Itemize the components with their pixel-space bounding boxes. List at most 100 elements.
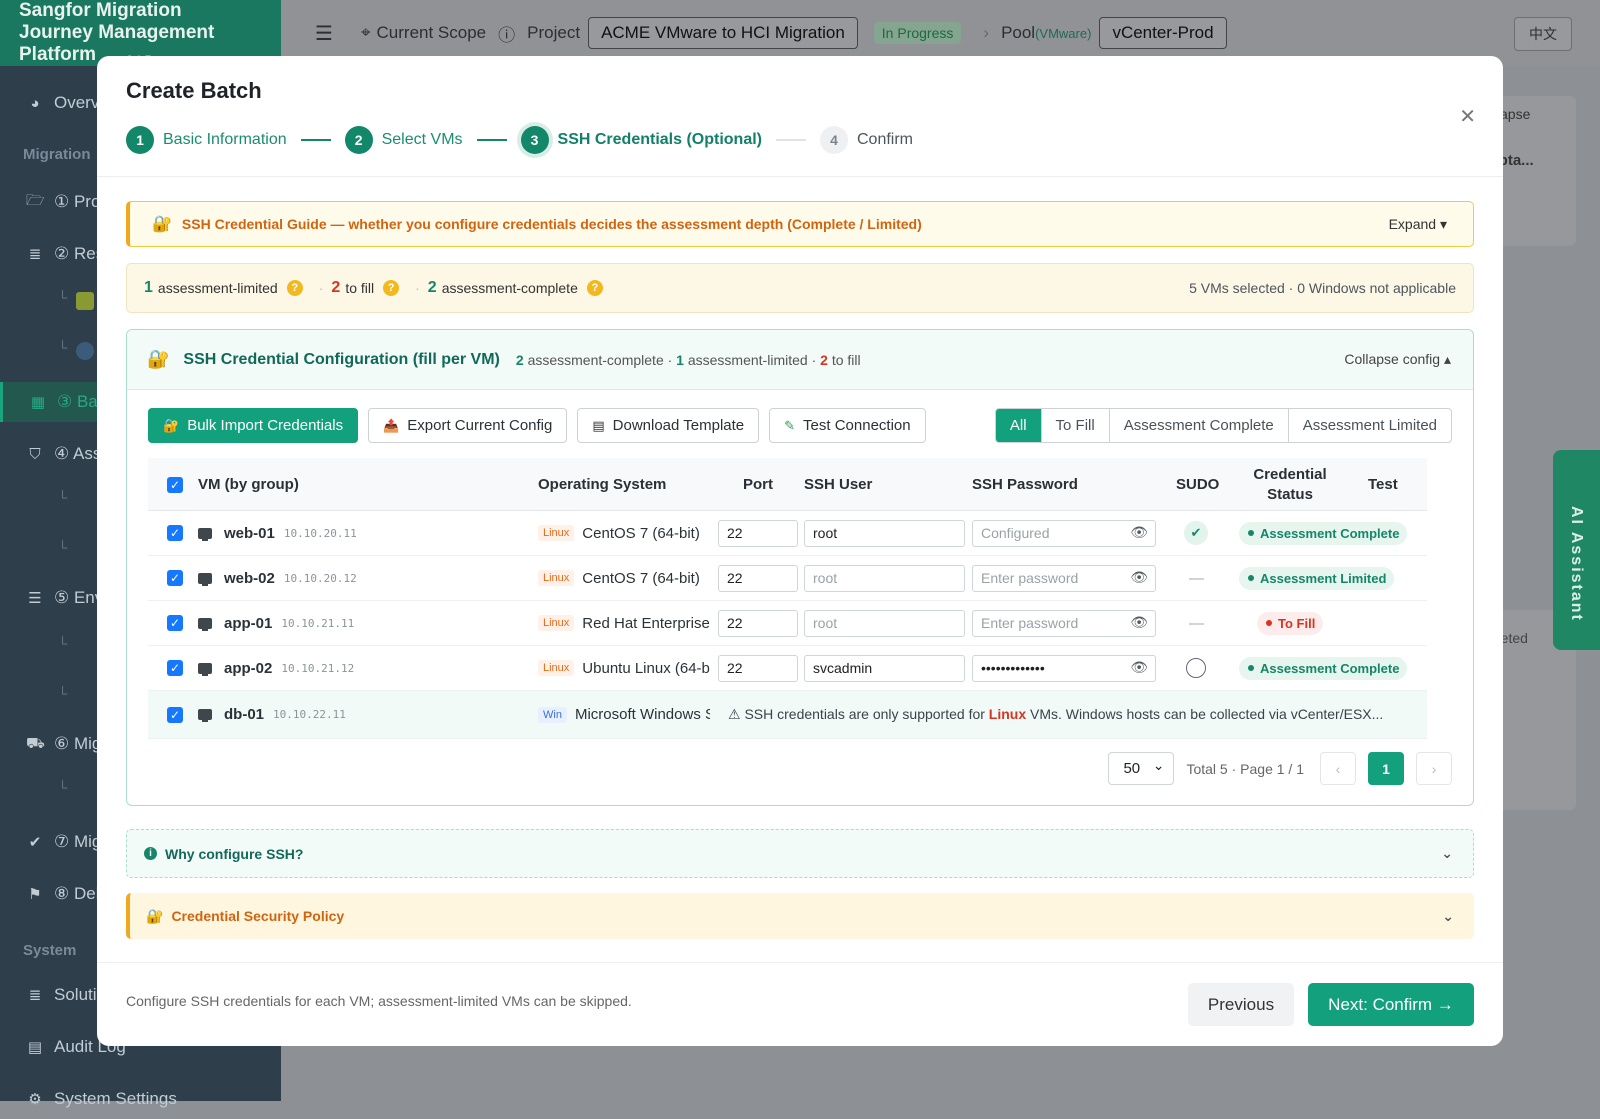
status-badge: To Fill xyxy=(1257,612,1323,635)
row-checkbox[interactable]: ✓ xyxy=(167,615,183,631)
step-select-vms[interactable]: 2Select VMs xyxy=(345,126,463,154)
expand-button[interactable]: Expand ▾ xyxy=(1389,216,1447,233)
page-summary: Total 5 · Page 1 / 1 xyxy=(1186,761,1304,777)
eye-icon[interactable]: 👁 xyxy=(1130,524,1148,541)
ssh-user-input[interactable]: root xyxy=(804,610,965,637)
vm-name: db-01 xyxy=(224,706,264,723)
collapse-config-button[interactable]: Collapse config ▴ xyxy=(1344,351,1451,368)
status-filter: All To Fill Assessment Complete Assessme… xyxy=(995,408,1452,443)
pencil-icon: ✎ xyxy=(784,418,795,434)
help-icon[interactable]: ? xyxy=(383,280,399,296)
ssh-user-input[interactable]: root xyxy=(804,520,965,547)
os-name: Red Hat Enterprise xyxy=(582,615,710,632)
ssh-password-input[interactable]: Configured👁 xyxy=(972,520,1156,547)
column-ssh-password: SSH Password xyxy=(972,458,1078,511)
step-connector xyxy=(477,139,507,141)
server-icon: ☰ xyxy=(26,589,44,607)
why-configure-ssh-panel[interactable]: i Why configure SSH? ⌄ xyxy=(126,829,1474,878)
gear-icon: ⚙ xyxy=(26,1090,44,1108)
column-ssh-user: SSH User xyxy=(804,458,872,511)
row-checkbox[interactable]: ✓ xyxy=(167,707,183,723)
ssh-password-input[interactable]: Enter password👁 xyxy=(972,610,1156,637)
filter-assessment-limited[interactable]: Assessment Limited xyxy=(1288,409,1451,442)
monitor-icon xyxy=(198,528,212,539)
step-ssh-credentials[interactable]: 3SSH Credentials (Optional) xyxy=(521,126,762,154)
download-template-button[interactable]: ▤Download Template xyxy=(577,408,759,443)
filter-assessment-complete[interactable]: Assessment Complete xyxy=(1109,409,1288,442)
os-tag: Win xyxy=(538,707,567,723)
divider xyxy=(97,176,1503,177)
monitor-icon xyxy=(198,663,212,674)
port-input[interactable]: 22 xyxy=(718,520,798,547)
step-basic-information[interactable]: 1Basic Information xyxy=(126,126,287,154)
filter-to-fill[interactable]: To Fill xyxy=(1041,409,1109,442)
eye-icon[interactable]: 👁 xyxy=(1130,569,1148,586)
info-icon: i xyxy=(144,847,157,860)
pool-select[interactable]: vCenter-Prod xyxy=(1099,17,1226,49)
column-vm: VM (by group) xyxy=(198,458,299,511)
row-checkbox[interactable]: ✓ xyxy=(167,660,183,676)
security-policy-panel[interactable]: 🔐 Credential Security Policy ⌄ xyxy=(126,893,1474,939)
selection-summary: 5 VMs selected · 0 Windows not applicabl… xyxy=(1189,280,1456,296)
vm-credentials-table: ✓ VM (by group) Operating System Port SS… xyxy=(148,458,1427,739)
pool-type: (VMware) xyxy=(1035,26,1091,41)
help-icon[interactable]: ? xyxy=(287,280,303,296)
table-header: ✓ VM (by group) Operating System Port SS… xyxy=(148,458,1427,511)
vm-ip: 10.10.22.11 xyxy=(273,708,346,721)
sudo-check-icon: ✔ xyxy=(1184,521,1208,545)
footer-note: Configure SSH credentials for each VM; a… xyxy=(126,993,632,1009)
previous-button[interactable]: Previous xyxy=(1188,983,1294,1026)
status-badge: Assessment Complete xyxy=(1239,657,1407,680)
project-select[interactable]: ACME VMware to HCI Migration xyxy=(588,17,858,49)
close-icon[interactable]: ✕ xyxy=(1459,104,1476,129)
ai-assistant-button[interactable]: AI Assistant xyxy=(1553,450,1600,650)
sudo-toggle[interactable] xyxy=(1186,658,1206,678)
database-icon: ≣ xyxy=(26,986,44,1004)
port-input[interactable]: 22 xyxy=(718,655,798,682)
eye-icon[interactable]: 👁 xyxy=(1130,614,1148,631)
export-config-button[interactable]: 📤Export Current Config xyxy=(368,408,567,443)
port-input[interactable]: 22 xyxy=(718,565,798,592)
step-confirm[interactable]: 4Confirm xyxy=(820,126,913,154)
app-root: Sangfor Migration Journey Management Pla… xyxy=(0,0,1600,1101)
os-name: Microsoft Windows S xyxy=(575,706,710,723)
vm-name: web-02 xyxy=(224,570,275,587)
lock-icon: 🔐 xyxy=(147,349,169,370)
eye-icon[interactable]: 👁 xyxy=(1130,659,1148,676)
bulk-import-button[interactable]: 🔐Bulk Import Credentials xyxy=(148,408,358,443)
prev-page-icon[interactable]: ‹ xyxy=(1320,752,1356,785)
vm-name: app-02 xyxy=(224,660,272,677)
database-icon: ≣ xyxy=(26,245,44,263)
page-size-select[interactable]: 50 xyxy=(1108,752,1174,785)
sidebar-item-system-settings[interactable]: ⚙System Settings xyxy=(0,1079,281,1119)
pagination: 50 Total 5 · Page 1 / 1 ‹ 1 › xyxy=(1108,752,1452,785)
language-button[interactable]: 中文 xyxy=(1514,17,1572,51)
help-icon[interactable]: ? xyxy=(587,280,603,296)
tree-line: └ xyxy=(58,686,67,701)
os-tag: Linux xyxy=(538,525,574,541)
row-checkbox[interactable]: ✓ xyxy=(167,525,183,541)
row-checkbox[interactable]: ✓ xyxy=(167,570,183,586)
tree-line: └ xyxy=(58,636,67,651)
test-connection-button[interactable]: ✎Test Connection xyxy=(769,408,925,443)
port-input[interactable]: 22 xyxy=(718,610,798,637)
table-row: ✓ web-0210.10.20.12 LinuxCentOS 7 (64-bi… xyxy=(148,556,1427,601)
filter-all[interactable]: All xyxy=(996,409,1041,442)
check-circle-icon: ✔ xyxy=(26,833,44,851)
ssh-password-input[interactable]: •••••••••••••👁 xyxy=(972,655,1156,682)
hci-icon xyxy=(76,342,94,360)
select-all-checkbox[interactable]: ✓ xyxy=(167,477,183,493)
next-page-icon[interactable]: › xyxy=(1416,752,1452,785)
ssh-guide-banner[interactable]: 🔐 SSH Credential Guide — whether you con… xyxy=(126,201,1474,247)
scope-icon: ⌖ xyxy=(361,23,371,43)
config-header: 🔐 SSH Credential Configuration (fill per… xyxy=(127,330,1473,390)
ssh-user-input[interactable]: root xyxy=(804,565,965,592)
ssh-user-input[interactable]: svcadmin xyxy=(804,655,965,682)
vm-ip: 10.10.20.11 xyxy=(284,527,357,540)
menu-icon[interactable]: ☰ xyxy=(315,21,333,46)
os-name: Ubuntu Linux (64-b xyxy=(582,660,710,677)
column-credential-status: Credential Status xyxy=(1246,458,1334,511)
next-confirm-button[interactable]: Next: Confirm → xyxy=(1308,983,1474,1026)
ssh-password-input[interactable]: Enter password👁 xyxy=(972,565,1156,592)
page-button[interactable]: 1 xyxy=(1368,752,1404,785)
